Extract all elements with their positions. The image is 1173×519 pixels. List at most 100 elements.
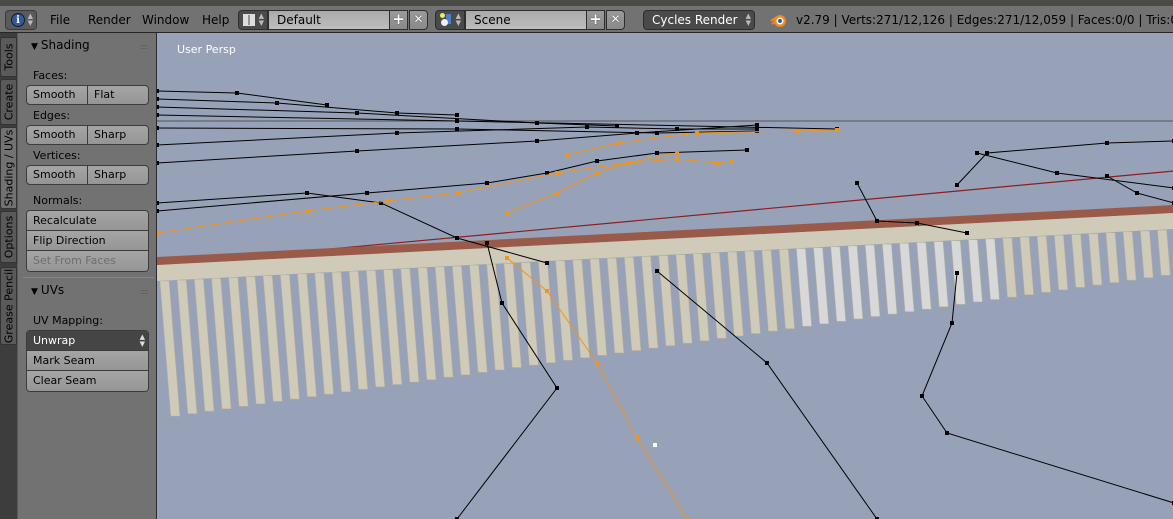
- render-engine-dropdown[interactable]: Cycles Render ▲ ▼: [643, 10, 755, 30]
- recalculate-button[interactable]: Recalculate: [27, 211, 148, 231]
- menu-window[interactable]: Window: [142, 13, 189, 33]
- aqueduct-column: [176, 279, 198, 414]
- vertices-smooth-button[interactable]: Smooth: [27, 166, 88, 184]
- clear-seam-button[interactable]: Clear Seam: [27, 371, 148, 391]
- aqueduct-column: [658, 255, 676, 346]
- add-layout-button[interactable]: +: [389, 10, 408, 30]
- panel-divider: [23, 277, 154, 278]
- aqueduct-column: [813, 247, 829, 325]
- add-scene-button[interactable]: +: [586, 10, 605, 30]
- screen-layout-selector[interactable]: ▲ ▼: [238, 10, 268, 30]
- edge-path: [921, 272, 1173, 504]
- aqueduct-column: [985, 238, 1000, 300]
- menu-file[interactable]: File: [50, 13, 70, 33]
- shading-panel-header[interactable]: ▼ Shading: [31, 38, 90, 52]
- tab-create[interactable]: Create: [0, 79, 17, 125]
- edge-path: [157, 90, 328, 106]
- vertex-point: [355, 111, 359, 115]
- vertex-point: [855, 181, 859, 185]
- vertex-point: [365, 191, 369, 195]
- screen-layout-icon: [243, 14, 255, 26]
- vertex-point: [595, 159, 599, 163]
- vertex-point: [915, 221, 919, 225]
- aqueduct-column: [899, 243, 915, 312]
- faces-label: Faces:: [33, 69, 68, 82]
- vertex-point: [395, 111, 399, 115]
- tool-shelf-tabs: Tools Create Shading / UVs Options Greas…: [0, 33, 17, 519]
- vertex-point: [455, 191, 459, 195]
- edge-path: [1106, 175, 1173, 204]
- vertex-point: [615, 141, 619, 145]
- aqueduct-column: [520, 262, 539, 366]
- vertex-point: [505, 256, 509, 260]
- vertex-point: [455, 119, 459, 123]
- aqueduct-column: [366, 270, 385, 388]
- drag-grip-icon[interactable]: ::::: [140, 287, 148, 296]
- scene-selector[interactable]: ▲ ▼: [435, 10, 465, 30]
- vertex-point: [275, 101, 279, 105]
- vertex-point: [695, 131, 699, 135]
- normals-button-group: Recalculate Flip Direction Set From Face…: [26, 210, 149, 272]
- vertex-point: [555, 171, 559, 175]
- screen-layout-name-field[interactable]: Default: [268, 10, 390, 30]
- vertex-point: [395, 131, 399, 135]
- vertices-sharp-button[interactable]: Sharp: [88, 166, 148, 184]
- aqueduct-column: [761, 250, 778, 332]
- vertex-point: [545, 261, 549, 265]
- faces-smooth-button[interactable]: Smooth: [27, 86, 88, 104]
- vertex-point: [305, 191, 309, 195]
- vertex-point: [565, 153, 569, 157]
- edge-path: [956, 140, 1173, 186]
- aqueduct-column: [572, 259, 590, 358]
- menu-help[interactable]: Help: [202, 13, 229, 33]
- aqueduct-column: [778, 249, 795, 329]
- unwrap-dropdown[interactable]: Unwrap ▲ ▼: [27, 331, 148, 351]
- tool-shelf-panel: ▼ Shading :::: Faces: Smooth Flat Edges: …: [17, 33, 156, 519]
- vertices-shading-group: Smooth Sharp: [26, 165, 149, 185]
- aqueduct-column: [383, 269, 403, 385]
- aqueduct-column: [1088, 233, 1103, 286]
- updown-icon: ▲ ▼: [139, 333, 145, 348]
- edges-smooth-button[interactable]: Smooth: [27, 126, 88, 144]
- tab-tools[interactable]: Tools: [0, 37, 17, 77]
- menu-render[interactable]: Render: [88, 13, 131, 33]
- editor-type-button[interactable]: i ▲ ▼: [5, 10, 37, 30]
- view-perspective-label: User Persp: [177, 43, 236, 56]
- aqueduct-column: [434, 266, 454, 378]
- tab-grease-pencil[interactable]: Grease Pencil: [0, 267, 17, 345]
- delete-scene-button[interactable]: ✕: [606, 10, 625, 30]
- vertex-point: [535, 139, 539, 143]
- faces-flat-button[interactable]: Flat: [88, 86, 148, 104]
- 3d-viewport[interactable]: User Persp: [156, 33, 1173, 519]
- faces-shading-group: Smooth Flat: [26, 85, 149, 105]
- aqueduct-column: [968, 239, 983, 303]
- vertex-point: [675, 151, 679, 155]
- scene-name-field[interactable]: Scene: [465, 10, 587, 30]
- uvs-panel-header[interactable]: ▼ UVs: [31, 283, 64, 297]
- aqueduct-column: [314, 272, 334, 395]
- vertex-point: [585, 125, 589, 129]
- vertex-point: [595, 361, 599, 365]
- vertex-point: [485, 181, 489, 185]
- vertex-point: [555, 191, 559, 195]
- aqueduct-column: [710, 252, 727, 339]
- vertex-point: [1055, 171, 1059, 175]
- aqueduct-column: [830, 246, 847, 322]
- aqueduct-column: [469, 264, 488, 373]
- vertex-point: [157, 97, 159, 101]
- vertex-point: [157, 89, 159, 93]
- render-engine-value: Cycles Render: [652, 13, 738, 27]
- flip-direction-button[interactable]: Flip Direction: [27, 231, 148, 251]
- vertex-point: [635, 436, 639, 440]
- tab-options[interactable]: Options: [0, 211, 17, 263]
- delete-layout-button[interactable]: ✕: [409, 10, 428, 30]
- aqueduct-column: [555, 260, 573, 361]
- aqueduct-column: [744, 250, 761, 334]
- updown-icon: ▲ ▼: [27, 12, 33, 27]
- mark-seam-button[interactable]: Mark Seam: [27, 351, 148, 371]
- tab-shading-uvs[interactable]: Shading / UVs: [0, 127, 17, 209]
- vertex-point: [755, 123, 759, 127]
- aqueduct-column: [245, 276, 266, 405]
- edges-sharp-button[interactable]: Sharp: [88, 126, 148, 144]
- drag-grip-icon[interactable]: ::::: [140, 42, 148, 51]
